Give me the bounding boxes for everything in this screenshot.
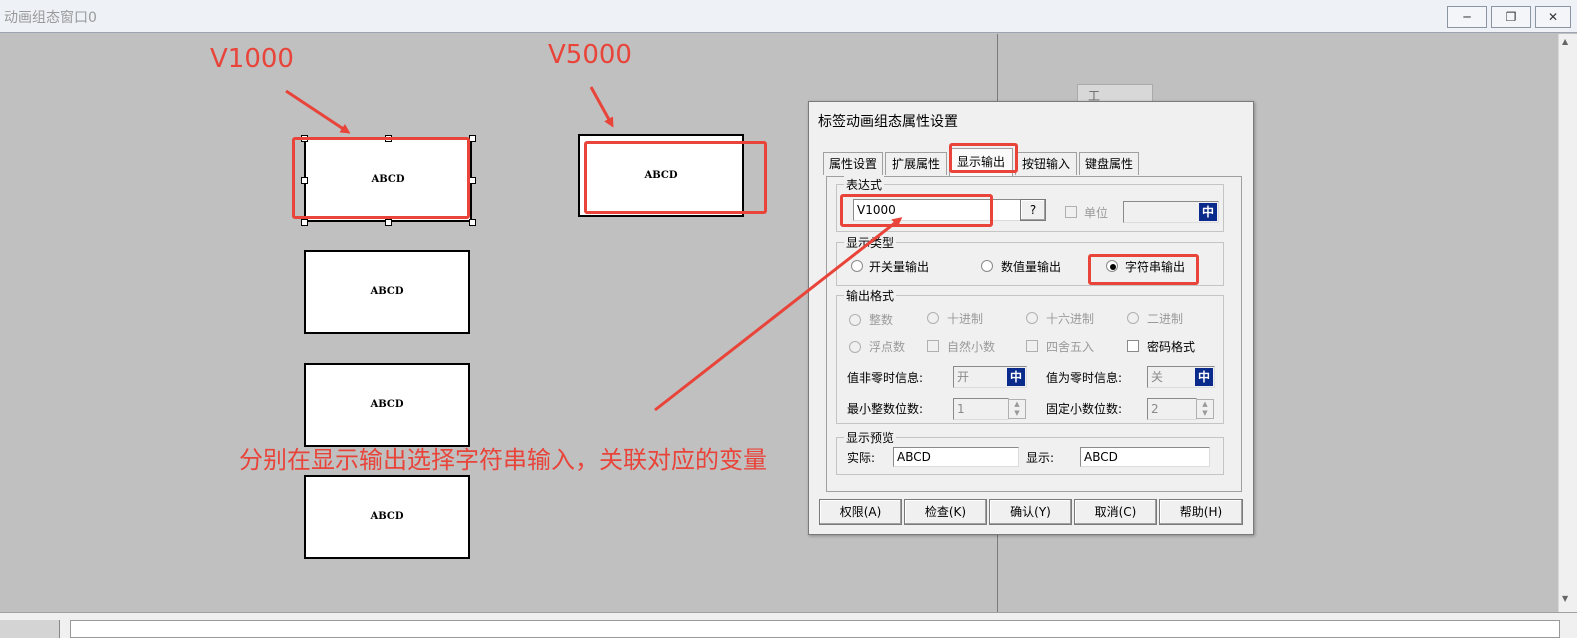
annotation-arrows (285, 86, 903, 412)
arrow-to-expression-field (654, 217, 903, 412)
arrow-to-v1000-widget (285, 89, 351, 134)
highlight-box (949, 143, 1018, 173)
arrow-to-v5000-widget (589, 86, 614, 128)
